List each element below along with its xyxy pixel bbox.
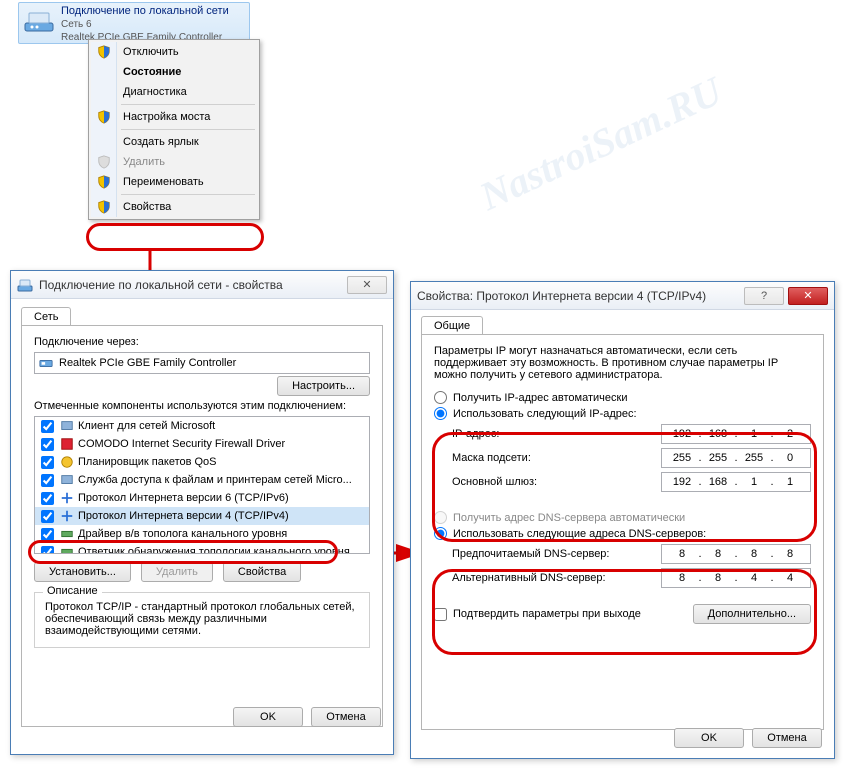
checkbox[interactable] (41, 456, 54, 469)
close-button[interactable]: ✕ (347, 276, 387, 294)
list-item[interactable]: Планировщик пакетов QoS (35, 453, 369, 471)
list-item-tcpipv4[interactable]: Протокол Интернета версии 4 (TCP/IPv4) (35, 507, 369, 525)
network-icon (17, 277, 33, 293)
list-item[interactable]: Клиент для сетей Microsoft (35, 417, 369, 435)
shield-icon (97, 155, 111, 169)
responder-icon (60, 545, 74, 554)
firewall-icon (60, 437, 74, 451)
cancel-button[interactable]: Отмена (752, 728, 822, 748)
list-item[interactable]: COMODO Internet Security Firewall Driver (35, 435, 369, 453)
cm-rename[interactable]: Переименовать (91, 172, 257, 192)
props-title: Подключение по локальной сети - свойства (39, 278, 343, 292)
props-titlebar[interactable]: Подключение по локальной сети - свойства… (11, 271, 393, 299)
adapter-field: Realtek PCIe GBE Family Controller (34, 352, 370, 374)
description-title: Описание (43, 585, 102, 597)
checkbox-confirm-exit[interactable] (434, 608, 447, 621)
checkbox[interactable] (41, 528, 54, 541)
checkbox[interactable] (41, 438, 54, 451)
protocol-icon (60, 509, 74, 523)
configure-button[interactable]: Настроить... (277, 376, 370, 396)
ok-button[interactable]: OK (233, 707, 303, 727)
gateway-input[interactable]: 192.168.1.1 (661, 472, 811, 492)
list-item[interactable]: Ответчик обнаружения топологии канальног… (35, 543, 369, 554)
cm-diagnostics[interactable]: Диагностика (91, 82, 257, 102)
driver-icon (60, 527, 74, 541)
checkbox[interactable] (41, 492, 54, 505)
highlight-cm-properties (86, 223, 264, 251)
ipv4-title: Свойства: Протокол Интернета версии 4 (T… (417, 289, 740, 303)
label-confirm-exit: Подтвердить параметры при выходе (453, 608, 641, 620)
component-properties-button[interactable]: Свойства (223, 562, 301, 582)
dns1-input[interactable]: 8.8.8.8 (661, 544, 811, 564)
mask-input[interactable]: 255.255.255.0 (661, 448, 811, 468)
ok-button[interactable]: OK (674, 728, 744, 748)
context-menu: Отключить Состояние Диагностика Настройк… (88, 39, 260, 220)
radio-dns-manual[interactable]: Использовать следующие адреса DNS-сервер… (434, 527, 811, 540)
qos-icon (60, 455, 74, 469)
ipv4-intro: Параметры IP могут назначаться автоматич… (434, 345, 811, 381)
cm-status[interactable]: Состояние (91, 62, 257, 82)
network-adapter-card[interactable]: Подключение по локальной сети Сеть 6 Rea… (18, 2, 250, 44)
install-button[interactable]: Установить... (34, 562, 131, 582)
radio-dns-auto: Получить адрес DNS-сервера автоматически (434, 511, 811, 524)
radio-ip-manual[interactable]: Использовать следующий IP-адрес: (434, 407, 811, 420)
protocol-icon (60, 491, 74, 505)
help-button[interactable]: ? (744, 287, 784, 305)
radio[interactable] (434, 407, 447, 420)
cm-properties[interactable]: Свойства (91, 197, 257, 217)
radio (434, 511, 447, 524)
radio-ip-auto[interactable]: Получить IP-адрес автоматически (434, 391, 811, 404)
radio[interactable] (434, 527, 447, 540)
close-button[interactable]: ✕ (788, 287, 828, 305)
client-icon (60, 419, 74, 433)
network-adapter-sub1: Сеть 6 (61, 18, 229, 31)
cm-disable[interactable]: Отключить (91, 42, 257, 62)
components-list[interactable]: Клиент для сетей Microsoft COMODO Intern… (34, 416, 370, 554)
label-ip: IP-адрес: (452, 428, 661, 440)
service-icon (60, 473, 74, 487)
tab-network[interactable]: Сеть (21, 307, 71, 326)
adapter-name: Realtek PCIe GBE Family Controller (59, 357, 236, 369)
adapter-icon (39, 356, 53, 370)
shield-icon (97, 110, 111, 124)
cm-delete: Удалить (91, 152, 257, 172)
list-item[interactable]: Служба доступа к файлам и принтерам сете… (35, 471, 369, 489)
label-dns1: Предпочитаемый DNS-сервер: (452, 548, 661, 560)
tab-general[interactable]: Общие (421, 316, 483, 335)
shield-icon (97, 200, 111, 214)
list-item[interactable]: Протокол Интернета версии 6 (TCP/IPv6) (35, 489, 369, 507)
list-item[interactable]: Драйвер в/в тополога канального уровня (35, 525, 369, 543)
checkbox[interactable] (41, 420, 54, 433)
checkbox[interactable] (41, 546, 54, 555)
ip-input[interactable]: 192.168.1.2 (661, 424, 811, 444)
network-icon (23, 5, 55, 37)
checkbox[interactable] (41, 474, 54, 487)
radio[interactable] (434, 391, 447, 404)
label-dns2: Альтернативный DNS-сервер: (452, 572, 661, 584)
description-text: Протокол TCP/IP - стандартный протокол г… (45, 601, 359, 637)
shield-icon (97, 175, 111, 189)
advanced-button[interactable]: Дополнительно... (693, 604, 811, 624)
network-adapter-text: Подключение по локальной сети Сеть 6 Rea… (61, 5, 229, 41)
dns2-input[interactable]: 8.8.4.4 (661, 568, 811, 588)
checkbox[interactable] (41, 510, 54, 523)
label-mask: Маска подсети: (452, 452, 661, 464)
cm-bridge[interactable]: Настройка моста (91, 107, 257, 127)
cm-shortcut[interactable]: Создать ярлык (91, 132, 257, 152)
watermark: NastroiSam.RU (472, 67, 729, 220)
network-adapter-title: Подключение по локальной сети (61, 5, 229, 18)
ipv4-properties-window: Свойства: Протокол Интернета версии 4 (T… (410, 281, 835, 759)
label-gateway: Основной шлюз: (452, 476, 661, 488)
shield-icon (97, 45, 111, 59)
cancel-button[interactable]: Отмена (311, 707, 381, 727)
ipv4-titlebar[interactable]: Свойства: Протокол Интернета версии 4 (T… (411, 282, 834, 310)
remove-button: Удалить (141, 562, 213, 582)
label-components: Отмеченные компоненты используются этим … (34, 400, 370, 412)
label-connect-via: Подключение через: (34, 336, 370, 348)
connection-properties-window: Подключение по локальной сети - свойства… (10, 270, 394, 755)
